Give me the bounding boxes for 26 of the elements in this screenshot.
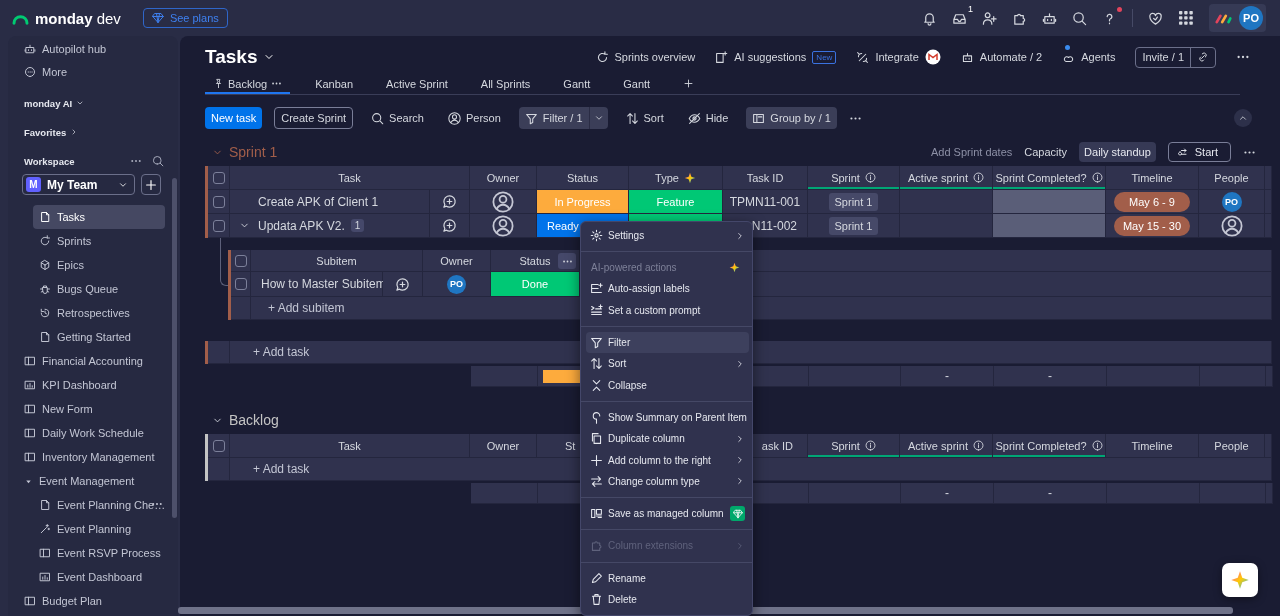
section-label: Workspace	[24, 155, 75, 167]
summary-value: -	[1048, 369, 1052, 383]
notification-count: 1	[968, 3, 973, 14]
menu-heading: AI-powered actions	[591, 262, 677, 274]
task-name: Create APK of Client 1	[258, 194, 379, 209]
status-label: Feature	[629, 190, 723, 214]
timeline-pill: May 15 - 30	[1114, 215, 1190, 236]
summary-value: -	[1048, 486, 1052, 500]
brand-name: monday dev	[35, 9, 121, 27]
status-label: In Progress	[537, 190, 629, 214]
timeline-pill: May 6 - 9	[1114, 191, 1190, 212]
group-title: Backlog	[229, 412, 279, 428]
status-label: Done	[491, 272, 580, 297]
new-badge: New	[812, 50, 837, 64]
avatar: PO	[447, 274, 466, 294]
group-title: Sprint 1	[229, 144, 278, 160]
task-id: TPMN11-001	[729, 194, 801, 209]
task-id: N11-002	[751, 218, 797, 233]
summary-value: -	[945, 486, 949, 500]
sprint-tag: Sprint 1	[828, 216, 879, 235]
summary-value: -	[945, 369, 949, 383]
workspace-initial: M	[26, 177, 41, 192]
avatar: PO	[1221, 191, 1242, 212]
subitem-count: 1	[350, 219, 365, 232]
sprint-tag: Sprint 1	[828, 192, 879, 211]
task-name: Updata APK V2.	[258, 218, 345, 233]
